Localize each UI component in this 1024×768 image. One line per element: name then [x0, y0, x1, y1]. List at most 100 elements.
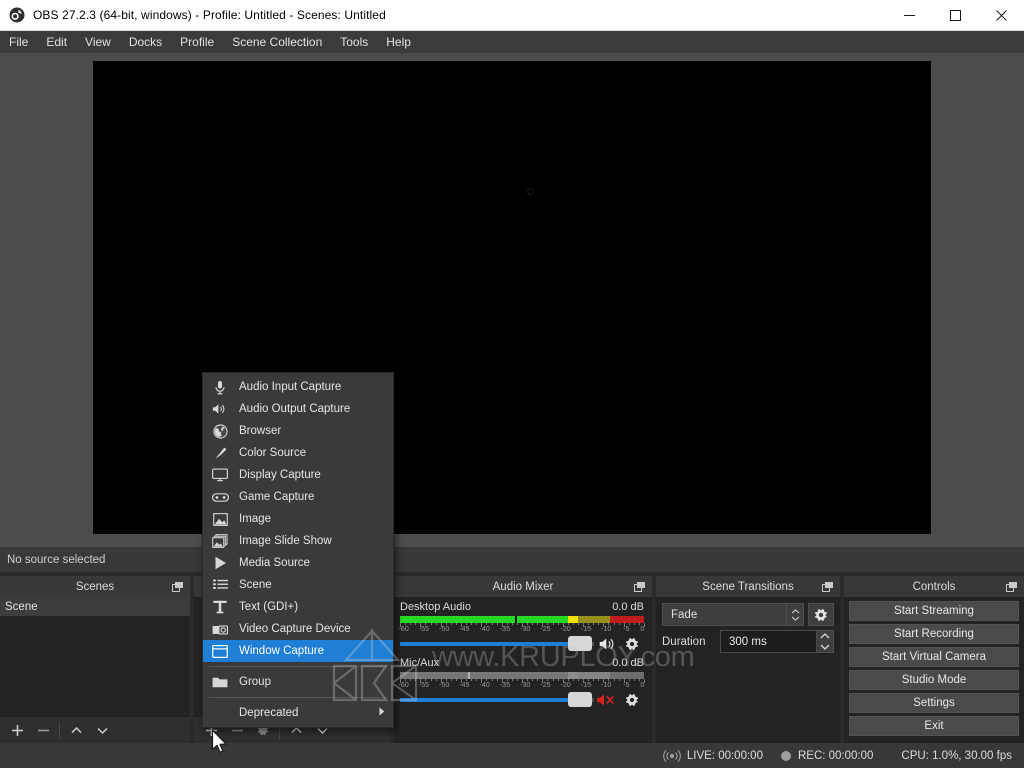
- duration-decrement-button[interactable]: [817, 642, 833, 653]
- ctx-display-capture[interactable]: Display Capture: [203, 464, 393, 486]
- transition-select-arrows[interactable]: [787, 603, 804, 626]
- ctx-audio-output-capture[interactable]: Audio Output Capture: [203, 398, 393, 420]
- duration-increment-button[interactable]: [817, 631, 833, 642]
- ctx-audio-input-capture[interactable]: Audio Input Capture: [203, 376, 393, 398]
- mute-button-desktop-audio[interactable]: [594, 636, 620, 652]
- meter-tick: [598, 623, 599, 625]
- meter-tick: [425, 623, 426, 625]
- meter-tick: [598, 679, 599, 681]
- float-controls-dock-icon[interactable]: [1006, 582, 1017, 592]
- close-button[interactable]: [978, 0, 1024, 31]
- brush-icon: [210, 445, 230, 461]
- duration-row: Duration 300 ms: [662, 630, 834, 653]
- menu-file[interactable]: File: [0, 32, 37, 53]
- preview-area[interactable]: [0, 53, 1024, 547]
- ctx-item-label: Scene: [239, 579, 272, 591]
- ctx-scene[interactable]: Scene: [203, 574, 393, 596]
- menu-tools[interactable]: Tools: [331, 32, 377, 53]
- meter-tick: [547, 679, 548, 681]
- ctx-text-gdi[interactable]: Text (GDI+): [203, 596, 393, 618]
- add-source-context-menu[interactable]: Audio Input Capture Audio Output Capture: [202, 372, 394, 728]
- ctx-item-label: Game Capture: [239, 491, 314, 503]
- rec-timer-label: REC: 00:00:00: [798, 750, 873, 762]
- move-scene-down-button[interactable]: [89, 718, 115, 742]
- duration-input[interactable]: 300 ms: [720, 630, 817, 653]
- meter-tick: [507, 623, 508, 625]
- float-mixer-dock-icon[interactable]: [634, 582, 645, 592]
- transition-select-row: Fade: [662, 603, 834, 626]
- slider-handle[interactable]: [568, 636, 592, 651]
- studio-mode-button[interactable]: Studio Mode: [849, 670, 1019, 690]
- ctx-item-label: Deprecated: [239, 707, 298, 719]
- remove-scene-button[interactable]: [30, 718, 56, 742]
- audio-mixer-dock-title: Audio Mixer: [394, 576, 652, 597]
- ctx-color-source[interactable]: Color Source: [203, 442, 393, 464]
- microphone-icon: [210, 379, 230, 395]
- volume-slider-desktop[interactable]: [400, 642, 594, 646]
- add-scene-button[interactable]: [4, 718, 30, 742]
- transition-select[interactable]: Fade: [662, 603, 787, 626]
- meter-tick: [431, 679, 432, 681]
- chevron-up-icon: [70, 724, 83, 737]
- scene-list-item[interactable]: Scene: [0, 597, 190, 616]
- menu-profile[interactable]: Profile: [171, 32, 223, 53]
- meter-tick: [542, 623, 543, 627]
- settings-button[interactable]: Settings: [849, 693, 1019, 713]
- scenes-list[interactable]: Scene: [0, 597, 190, 716]
- mute-button-mic-aux[interactable]: [594, 692, 620, 708]
- window-title: OBS 27.2.3 (64-bit, windows) - Profile: …: [33, 8, 386, 22]
- meter-tick: [568, 679, 569, 681]
- volume-slider-mic-aux[interactable]: [400, 698, 594, 702]
- meter-tick: [476, 623, 477, 625]
- ctx-item-label: Color Source: [239, 447, 306, 459]
- dock-row: Scenes Scene: [0, 576, 1024, 743]
- audio-settings-button-mic[interactable]: [620, 692, 644, 708]
- duration-stepper[interactable]: [817, 630, 834, 653]
- start-recording-button[interactable]: Start Recording: [849, 624, 1019, 644]
- ctx-game-capture[interactable]: Game Capture: [203, 486, 393, 508]
- ctx-media-source[interactable]: Media Source: [203, 552, 393, 574]
- meter-tick: [415, 679, 416, 681]
- cpu-status: CPU: 1.0%, 30.00 fps: [901, 750, 1012, 762]
- ctx-window-capture[interactable]: Window Capture: [203, 640, 393, 662]
- meter-tick: [542, 679, 543, 683]
- gear-icon: [813, 607, 829, 623]
- ctx-browser[interactable]: Browser: [203, 420, 393, 442]
- transitions-title-label: Scene Transitions: [702, 581, 793, 593]
- slider-handle[interactable]: [568, 692, 592, 707]
- move-scene-up-button[interactable]: [63, 718, 89, 742]
- meter-tick: [471, 623, 472, 625]
- camera-icon: [210, 621, 230, 637]
- float-scenes-dock-icon[interactable]: [172, 582, 183, 592]
- obs-main-window: OBS 27.2.3 (64-bit, windows) - Profile: …: [0, 0, 1024, 768]
- scenes-title-label: Scenes: [76, 581, 114, 593]
- minimize-icon: [904, 10, 915, 21]
- audio-settings-button-desktop[interactable]: [620, 636, 644, 652]
- ctx-group[interactable]: Group: [203, 671, 393, 693]
- menu-scene-collection[interactable]: Scene Collection: [223, 32, 331, 53]
- start-virtual-camera-button[interactable]: Start Virtual Camera: [849, 647, 1019, 667]
- menu-edit[interactable]: Edit: [37, 32, 76, 53]
- ctx-item-label: Image Slide Show: [239, 535, 332, 547]
- list-icon: [210, 577, 230, 593]
- ctx-image[interactable]: Image: [203, 508, 393, 530]
- meter-tick: [553, 623, 554, 625]
- float-transitions-dock-icon[interactable]: [822, 582, 833, 592]
- title-bar: OBS 27.2.3 (64-bit, windows) - Profile: …: [0, 0, 1024, 31]
- minimize-button[interactable]: [886, 0, 932, 31]
- meter-tick: [415, 623, 416, 625]
- audio-mixer-dock: Audio Mixer Desktop Audio 0.0 dB: [394, 576, 652, 743]
- maximize-button[interactable]: [932, 0, 978, 31]
- ctx-video-capture-device[interactable]: Video Capture Device: [203, 618, 393, 640]
- start-streaming-button[interactable]: Start Streaming: [849, 601, 1019, 621]
- meter-tick: [400, 679, 401, 683]
- menu-view[interactable]: View: [76, 32, 120, 53]
- meter-tick: [593, 679, 594, 681]
- transition-properties-button[interactable]: [808, 603, 834, 626]
- ctx-deprecated[interactable]: Deprecated: [203, 702, 393, 724]
- ctx-image-slide-show[interactable]: Image Slide Show: [203, 530, 393, 552]
- exit-button[interactable]: Exit: [849, 716, 1019, 736]
- meter-tick: [497, 623, 498, 625]
- menu-help[interactable]: Help: [377, 32, 420, 53]
- menu-docks[interactable]: Docks: [120, 32, 171, 53]
